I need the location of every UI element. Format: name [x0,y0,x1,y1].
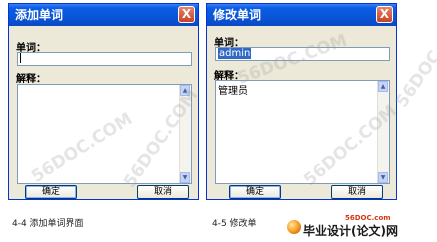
scroll-up-arrow-icon[interactable]: ▲ [378,81,388,92]
ok-button[interactable]: 确定 [25,185,77,199]
cancel-button[interactable]: 取消 [331,185,383,199]
watermark: 56DOC.COM [392,5,437,112]
scroll-down-arrow-icon[interactable]: ▼ [378,172,388,183]
edit-word-title: 修改单词 [213,8,262,22]
scroll-down-arrow-icon[interactable]: ▼ [180,172,190,183]
add-word-title: 添加单词 [15,8,64,22]
meaning-label: 解释： [16,74,46,85]
site-logo: 56DOC.com 毕业设计(论文)网 [287,214,435,238]
close-icon[interactable]: X [376,6,393,23]
word-input-value: admin [218,48,252,59]
ok-button[interactable]: 确定 [229,185,281,199]
edit-word-titlebar[interactable]: 修改单词 X [207,4,396,26]
edit-word-dialog: 修改单词 X 单词： admin 解释： 管理员 ▲ ▼ 确定 取消 [206,3,397,200]
logo-ball-icon [287,220,301,234]
logo-name-text: 毕业设计(论文)网 [303,224,398,238]
close-icon[interactable]: X [178,6,195,23]
text-caret [20,53,21,63]
word-input[interactable] [17,52,192,66]
logo-site-text: 56DOC.com [345,214,391,222]
add-word-titlebar[interactable]: 添加单词 X [9,4,198,26]
figure-caption-4-5: 4-5 修改单 [212,219,257,229]
figure-caption-4-4: 4-4 添加单词界面 [12,219,84,229]
cancel-button[interactable]: 取消 [137,185,189,199]
